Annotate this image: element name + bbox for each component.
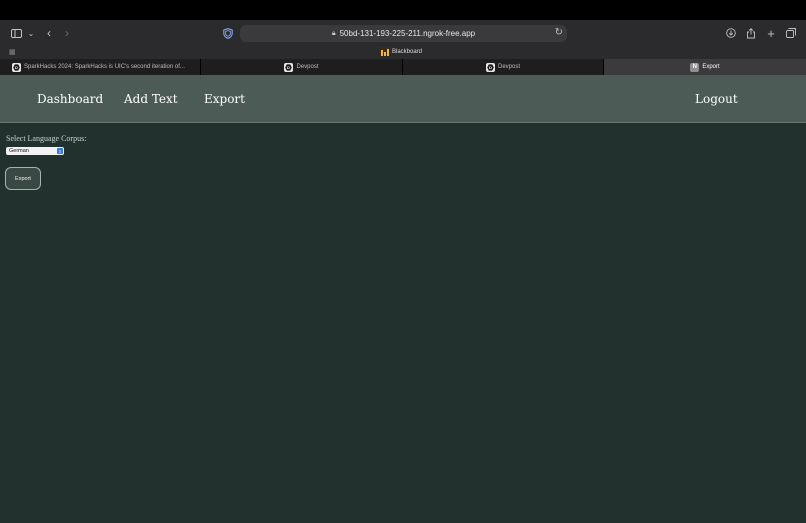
forward-icon[interactable]: › <box>62 20 72 46</box>
tab-devpost-1[interactable]: D Devpost <box>201 59 403 75</box>
language-corpus-label: Select Language Corpus: <box>6 134 87 143</box>
reload-icon[interactable]: ↻ <box>555 27 563 38</box>
nav-export[interactable]: Export <box>204 75 245 123</box>
tab-label: Devpost <box>296 64 319 70</box>
address-bar[interactable]: 🔒︎ 50bd-131-193-225-211.ngrok-free.app ↻ <box>240 25 567 42</box>
shield-icon[interactable] <box>221 20 235 46</box>
n-icon: N <box>690 62 700 72</box>
svg-text:D: D <box>489 65 492 70</box>
nav-dashboard[interactable]: Dashboard <box>37 75 103 123</box>
new-tab-icon[interactable]: + <box>765 20 777 46</box>
tab-label: Devpost <box>497 64 520 70</box>
main-content: Select Language Corpus: German ⇕ Export <box>0 123 806 523</box>
back-icon[interactable]: ‹ <box>44 20 54 46</box>
favorites-bar: ▦ Blackboard <box>0 46 806 59</box>
url-text: 50bd-131-193-225-211.ngrok-free.app <box>339 29 476 38</box>
blackboard-icon <box>380 47 389 56</box>
tab-overview-icon[interactable] <box>785 20 797 46</box>
app-navbar: Dashboard Add Text Export Logout <box>0 75 806 123</box>
tab-export[interactable]: N Export <box>604 59 806 75</box>
chevron-down-icon[interactable]: ⌄ <box>26 20 36 46</box>
favorite-blackboard[interactable]: Blackboard <box>380 47 422 56</box>
tab-label: Export <box>702 64 720 70</box>
grid-icon[interactable]: ▦ <box>9 48 16 56</box>
devpost-icon: D <box>284 62 294 72</box>
export-button[interactable]: Export <box>5 167 41 190</box>
nav-logout[interactable]: Logout <box>695 75 738 123</box>
system-top-bar <box>0 0 806 20</box>
select-stepper-icon: ⇕ <box>57 148 63 154</box>
devpost-icon: D <box>12 62 21 72</box>
tab-label: SparkHacks 2024: SparkHacks is UIC's sec… <box>24 64 185 70</box>
favorite-label: Blackboard <box>392 48 423 55</box>
language-corpus-select[interactable]: German ⇕ <box>6 147 64 155</box>
tab-sparkhacks[interactable]: D SparkHacks 2024: SparkHacks is UIC's s… <box>0 59 201 75</box>
devpost-icon: D <box>485 62 495 72</box>
tab-devpost-2[interactable]: D Devpost <box>403 59 604 75</box>
sidebar-toggle-icon[interactable] <box>10 20 22 46</box>
svg-text:D: D <box>288 65 291 70</box>
tab-bar: D SparkHacks 2024: SparkHacks is UIC's s… <box>0 59 806 75</box>
share-icon[interactable] <box>745 20 757 46</box>
svg-text:D: D <box>15 65 18 70</box>
download-icon[interactable] <box>725 20 737 46</box>
selected-language: German <box>9 148 29 154</box>
lock-icon: 🔒︎ <box>331 29 336 37</box>
nav-add-text[interactable]: Add Text <box>124 75 178 123</box>
